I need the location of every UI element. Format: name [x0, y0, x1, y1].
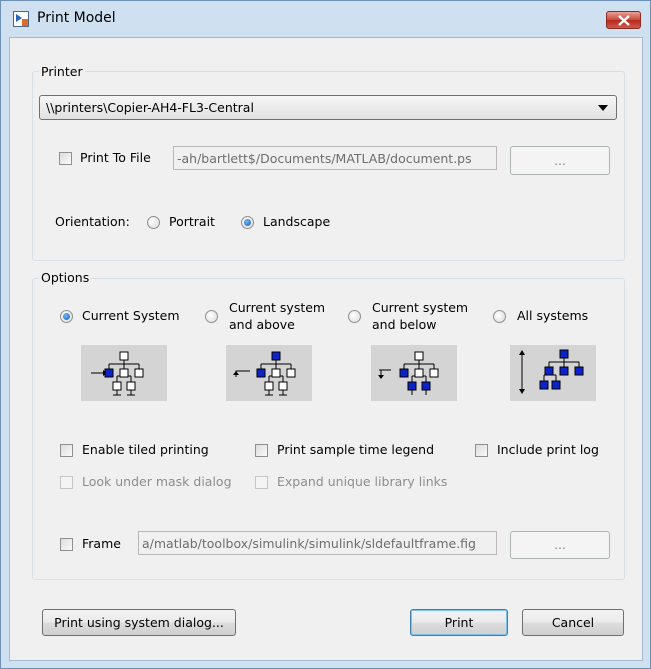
- window-title: Print Model: [37, 10, 116, 26]
- expand-library-links-label: Expand unique library links: [277, 474, 448, 489]
- print-to-file-label: Print To File: [80, 150, 151, 165]
- current-system-tree-icon: [81, 345, 167, 401]
- sample-time-legend-checkbox[interactable]: [255, 444, 268, 457]
- system-and-below-label-line2: and below: [372, 317, 437, 332]
- simulink-app-icon: [13, 11, 29, 27]
- system-and-below-radio[interactable]: [348, 310, 361, 323]
- print-to-file-checkbox[interactable]: [59, 152, 72, 165]
- print-model-window: Print Model Printer \\printers\Copier-AH…: [0, 0, 651, 669]
- landscape-label: Landscape: [263, 214, 331, 229]
- all-systems-label: All systems: [517, 308, 589, 323]
- look-under-mask-label: Look under mask dialog: [82, 474, 232, 489]
- look-under-mask-checkbox[interactable]: [60, 476, 73, 489]
- frame-label: Frame: [82, 536, 121, 551]
- cancel-button[interactable]: Cancel: [522, 609, 624, 636]
- close-icon: [618, 15, 630, 26]
- selected-printer: \\printers\Copier-AH4-FL3-Central: [46, 100, 254, 115]
- system-and-above-radio[interactable]: [205, 310, 218, 323]
- portrait-label: Portrait: [169, 214, 215, 229]
- frame-checkbox[interactable]: [60, 538, 73, 551]
- system-and-above-label-line2: and above: [229, 317, 295, 332]
- printer-group-label: Printer: [39, 64, 85, 79]
- frame-browse-button[interactable]: ...: [510, 531, 610, 559]
- title-bar: Print Model: [1, 1, 650, 37]
- close-button[interactable]: [606, 11, 641, 29]
- system-and-above-label-line1: Current system: [229, 300, 326, 315]
- all-systems-tree-icon: [510, 345, 596, 401]
- printer-select[interactable]: \\printers\Copier-AH4-FL3-Central: [39, 95, 617, 120]
- include-print-log-label: Include print log: [497, 442, 599, 457]
- all-systems-radio[interactable]: [493, 310, 506, 323]
- print-file-path-field[interactable]: -ah/bartlett$/Documents/MATLAB/document.…: [173, 146, 497, 170]
- sample-time-legend-label: Print sample time legend: [277, 442, 435, 457]
- enable-tiled-printing-label: Enable tiled printing: [82, 442, 209, 457]
- frame-path-field[interactable]: a/matlab/toolbox/simulink/simulink/sldef…: [138, 531, 497, 555]
- orientation-label: Orientation:: [55, 214, 130, 229]
- dialog-body: Printer \\printers\Copier-AH4-FL3-Centra…: [9, 37, 643, 661]
- print-button[interactable]: Print: [410, 609, 508, 636]
- system-and-below-label-line1: Current system: [372, 300, 469, 315]
- system-and-above-tree-icon: [226, 345, 312, 401]
- enable-tiled-printing-checkbox[interactable]: [60, 444, 73, 457]
- system-and-below-tree-icon: [371, 345, 457, 401]
- include-print-log-checkbox[interactable]: [475, 444, 488, 457]
- landscape-radio[interactable]: [241, 216, 254, 229]
- portrait-radio[interactable]: [147, 216, 160, 229]
- current-system-label: Current System: [82, 308, 180, 323]
- options-group-label: Options: [39, 270, 92, 285]
- current-system-radio[interactable]: [60, 310, 73, 323]
- print-using-system-dialog-button[interactable]: Print using system dialog...: [42, 609, 236, 636]
- chevron-down-icon: [598, 105, 608, 111]
- expand-library-links-checkbox[interactable]: [255, 476, 268, 489]
- print-file-browse-button[interactable]: ...: [510, 146, 610, 175]
